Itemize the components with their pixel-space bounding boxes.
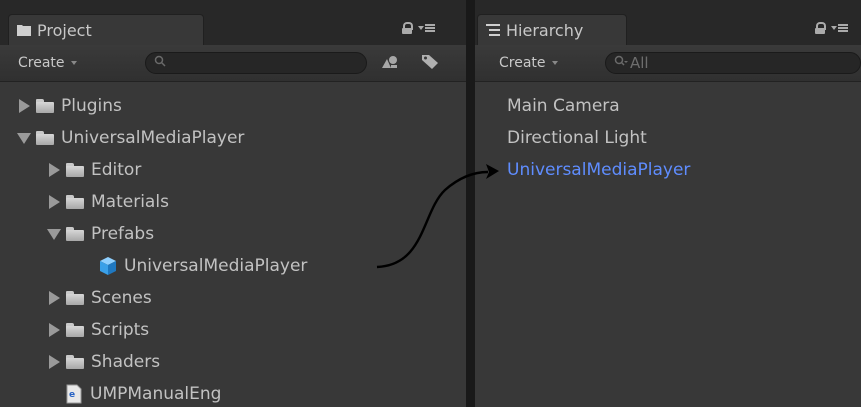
pdf-document-icon: e — [66, 384, 82, 404]
tree-item-shaders[interactable]: Shaders — [46, 346, 160, 378]
tab-hierarchy[interactable]: Hierarchy — [477, 14, 627, 45]
search-filter-icon — [614, 55, 628, 71]
tree-item-label: UniversalMediaPlayer — [124, 256, 308, 276]
tree-item-umpmanualeng[interactable]: e UMPManualEng — [64, 378, 221, 407]
project-search-field[interactable] — [145, 52, 367, 74]
panel-menu-icon[interactable] — [831, 24, 848, 32]
tree-item-editor[interactable]: Editor — [46, 154, 141, 186]
tree-item-label: Prefabs — [91, 224, 155, 244]
hierarchy-create-label: Create — [499, 55, 546, 71]
hierarchy-item-label: Main Camera — [507, 96, 620, 116]
lock-icon[interactable] — [815, 22, 826, 34]
tree-item-universalmediaplayer-folder[interactable]: UniversalMediaPlayer — [16, 122, 244, 154]
expand-arrow-icon[interactable] — [46, 355, 62, 369]
project-tab-bar: Project — [0, 0, 466, 45]
svg-text:e: e — [69, 390, 75, 400]
tree-item-label: UMPManualEng — [90, 384, 222, 404]
tab-project-label: Project — [37, 20, 92, 40]
folder-icon — [66, 195, 84, 209]
filter-by-label-button[interactable] — [417, 52, 443, 74]
panel-divider[interactable] — [466, 0, 475, 407]
hierarchy-search-field[interactable] — [605, 52, 861, 74]
folder-icon — [36, 99, 54, 113]
hierarchy-search-input[interactable] — [628, 54, 790, 72]
project-toolbar: Create — [0, 45, 466, 82]
hierarchy-item-label: UniversalMediaPlayer — [507, 160, 691, 180]
hierarchy-item-universalmediaplayer[interactable]: UniversalMediaPlayer — [507, 154, 690, 186]
chevron-down-icon — [70, 61, 77, 65]
tree-item-materials[interactable]: Materials — [46, 186, 169, 218]
folder-open-icon — [36, 131, 54, 145]
folder-icon — [66, 355, 84, 369]
tab-project[interactable]: Project — [8, 14, 204, 45]
tab-hierarchy-label: Hierarchy — [506, 20, 584, 40]
tree-item-label: Materials — [91, 192, 169, 212]
hierarchy-panel: Hierarchy Create Main Camera Directional… — [475, 0, 861, 407]
tree-item-universalmediaplayer-prefab[interactable]: UniversalMediaPlayer — [94, 250, 307, 282]
panel-menu-icon[interactable] — [418, 24, 435, 32]
tree-item-label: UniversalMediaPlayer — [61, 128, 245, 148]
lock-icon[interactable] — [402, 22, 413, 34]
expand-arrow-icon[interactable] — [46, 323, 62, 337]
project-create-label: Create — [18, 55, 65, 71]
search-icon — [154, 55, 166, 71]
project-search-input[interactable] — [166, 54, 328, 72]
expand-arrow-icon[interactable] — [16, 99, 32, 113]
hierarchy-item-main-camera[interactable]: Main Camera — [507, 90, 620, 122]
tree-item-scenes[interactable]: Scenes — [46, 282, 152, 314]
tree-item-label: Shaders — [91, 352, 161, 372]
tree-item-scripts[interactable]: Scripts — [46, 314, 149, 346]
tree-item-plugins[interactable]: Plugins — [16, 90, 122, 122]
folder-icon — [66, 323, 84, 337]
project-create-button[interactable]: Create — [18, 51, 77, 75]
filter-type-icon — [381, 54, 399, 73]
hierarchy-tab-bar: Hierarchy — [475, 0, 861, 45]
folder-icon — [17, 24, 31, 36]
hierarchy-list-icon — [486, 24, 500, 36]
hierarchy-item-directional-light[interactable]: Directional Light — [507, 122, 647, 154]
tree-item-label: Scripts — [91, 320, 150, 340]
expand-arrow-icon[interactable] — [46, 195, 62, 209]
hierarchy-create-button[interactable]: Create — [499, 51, 558, 75]
tree-item-label: Editor — [91, 160, 142, 180]
chevron-down-icon — [551, 61, 558, 65]
filter-by-type-button[interactable] — [377, 52, 403, 74]
tree-item-prefabs[interactable]: Prefabs — [46, 218, 154, 250]
collapse-arrow-icon[interactable] — [46, 228, 62, 240]
expand-arrow-icon[interactable] — [46, 163, 62, 177]
folder-icon — [66, 163, 84, 177]
tree-item-label: Plugins — [61, 96, 122, 116]
tag-icon — [421, 53, 439, 73]
hierarchy-toolbar: Create — [475, 45, 861, 82]
folder-open-icon — [66, 227, 84, 241]
tree-item-label: Scenes — [91, 288, 152, 308]
folder-icon — [66, 291, 84, 305]
project-panel: Project Create Plugins UniversalMediaPla… — [0, 0, 466, 407]
expand-arrow-icon[interactable] — [46, 291, 62, 305]
prefab-cube-icon — [98, 256, 118, 276]
hierarchy-item-label: Directional Light — [507, 128, 647, 148]
collapse-arrow-icon[interactable] — [16, 132, 32, 144]
